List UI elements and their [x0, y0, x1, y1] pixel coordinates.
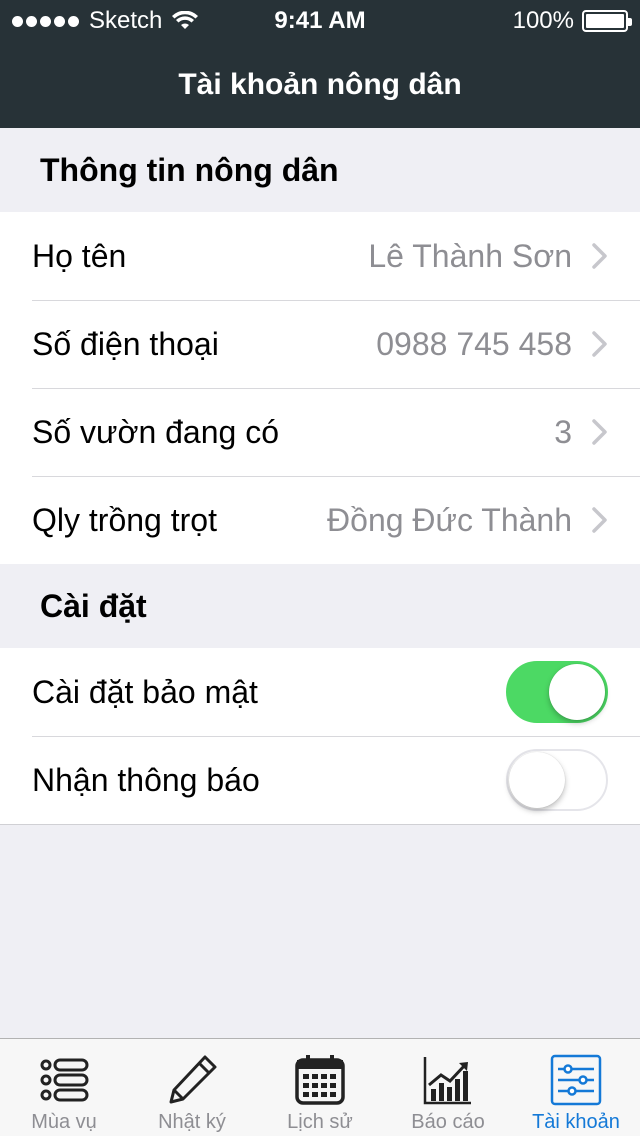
- toggle-knob: [509, 752, 565, 808]
- section-header-farmer-info: Thông tin nông dân: [0, 128, 640, 212]
- top-bar: Sketch 9:41 AM 100% Tài khoản nông dân: [0, 0, 640, 128]
- tab-label: Báo cáo: [411, 1111, 485, 1133]
- notifications-toggle[interactable]: [506, 749, 608, 811]
- row-value: 0988 745 458: [376, 325, 572, 362]
- section-header-settings: Cài đặt: [0, 564, 640, 648]
- chevron-right-icon: [592, 419, 607, 445]
- row-value: Lê Thành Sơn: [368, 237, 572, 274]
- chevron-right-icon: [592, 507, 607, 533]
- settings-sliders-icon: [550, 1054, 602, 1106]
- row-phone-number[interactable]: Số điện thoại 0988 745 458: [0, 300, 640, 388]
- chevron-right-icon: [592, 243, 607, 269]
- row-notifications: Nhận thông báo: [0, 736, 640, 824]
- tab-history[interactable]: Lịch sử: [256, 1039, 384, 1136]
- tab-label: Tài khoản: [532, 1111, 620, 1133]
- tab-label: Mùa vụ: [31, 1111, 97, 1133]
- row-label: Qly trồng trọt: [32, 501, 217, 538]
- row-label: Họ tên: [32, 237, 127, 274]
- tab-season[interactable]: Mùa vụ: [0, 1039, 128, 1136]
- row-full-name[interactable]: Họ tên Lê Thành Sơn: [0, 212, 640, 300]
- battery-percent: 100%: [512, 7, 574, 34]
- row-crop-manager[interactable]: Qly trồng trọt Đồng Đức Thành: [0, 476, 640, 564]
- row-label: Số vườn đang có: [32, 413, 279, 450]
- row-value: 3: [554, 413, 572, 450]
- row-label: Số điện thoại: [32, 325, 219, 362]
- tab-label: Nhật ký: [158, 1111, 226, 1133]
- calendar-icon: [295, 1055, 345, 1105]
- security-toggle[interactable]: [506, 661, 608, 723]
- chart-icon: [423, 1057, 471, 1105]
- tab-bar: Mùa vụ Nhật ký Lịch sử Báo cáo Tài khoản: [0, 1038, 640, 1136]
- tab-report[interactable]: Báo cáo: [384, 1039, 512, 1136]
- farmer-info-group: Họ tên Lê Thành Sơn Số điện thoại 0988 7…: [0, 212, 640, 565]
- status-bar: Sketch 9:41 AM 100%: [0, 0, 640, 40]
- battery-icon: [582, 10, 632, 32]
- row-value: Đồng Đức Thành: [327, 501, 572, 538]
- row-security-settings: Cài đặt bảo mật: [0, 648, 640, 736]
- page-title: Tài khoản nông dân: [178, 68, 462, 101]
- toggle-knob: [549, 664, 605, 720]
- tab-diary[interactable]: Nhật ký: [128, 1039, 256, 1136]
- row-garden-count[interactable]: Số vườn đang có 3: [0, 388, 640, 476]
- pencil-icon: [169, 1055, 217, 1104]
- settings-group: Cài đặt bảo mật Nhận thông báo: [0, 648, 640, 825]
- list-icon: [40, 1058, 89, 1102]
- chevron-right-icon: [592, 331, 607, 357]
- tab-account[interactable]: Tài khoản: [512, 1039, 640, 1136]
- tab-label: Lịch sử: [287, 1111, 353, 1133]
